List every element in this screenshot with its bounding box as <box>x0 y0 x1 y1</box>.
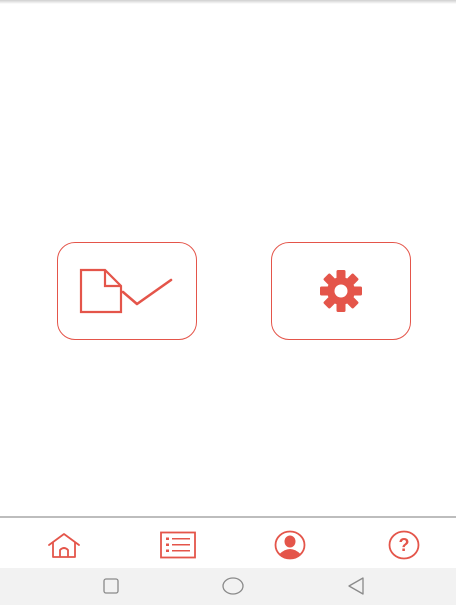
recents-square-icon <box>103 578 119 594</box>
top-bar-shadow <box>0 0 456 4</box>
documents-approval-button[interactable] <box>57 242 197 340</box>
list-icon <box>160 531 196 559</box>
app-screen: ? <box>0 0 456 605</box>
system-navigation-bar <box>0 568 456 605</box>
nav-home-button[interactable] <box>44 530 84 560</box>
back-triangle-icon <box>348 577 364 595</box>
nav-help-button[interactable]: ? <box>384 530 424 560</box>
nav-list-button[interactable] <box>158 530 198 560</box>
system-back-button[interactable] <box>344 576 368 596</box>
profile-icon <box>274 530 306 560</box>
help-icon: ? <box>388 530 420 560</box>
document-check-icon <box>79 268 173 314</box>
home-icon <box>48 533 80 558</box>
system-home-button[interactable] <box>221 576 245 596</box>
gear-icon <box>320 270 362 312</box>
nav-profile-button[interactable] <box>270 530 310 560</box>
settings-button[interactable] <box>271 242 411 340</box>
bottom-navigation-bar: ? <box>0 516 456 568</box>
recents-button[interactable] <box>99 576 123 596</box>
home-circle-icon <box>222 577 244 595</box>
help-glyph: ? <box>399 535 410 555</box>
